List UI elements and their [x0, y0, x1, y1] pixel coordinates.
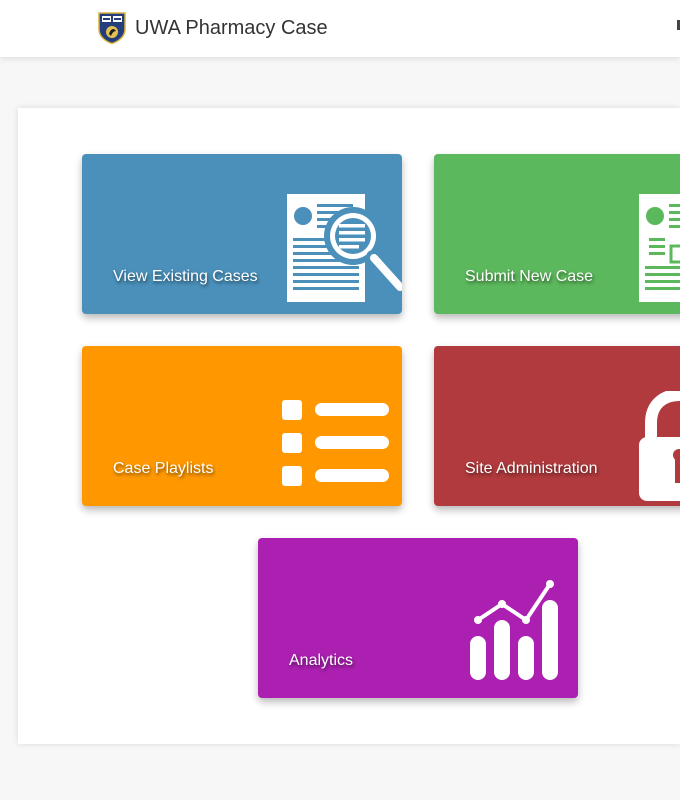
- view-existing-cases-label: View Existing Cases: [113, 268, 258, 285]
- lock-icon: [639, 391, 680, 501]
- site-title: UWA Pharmacy Case: [135, 16, 328, 39]
- submit-new-case-tile[interactable]: Submit New Case: [434, 154, 680, 314]
- top-navbar: UWA Pharmacy Case: [0, 0, 680, 57]
- analytics-label: Analytics: [289, 652, 354, 669]
- bar-line-chart-icon: [470, 580, 558, 680]
- case-playlists-label: Case Playlists: [113, 460, 214, 477]
- submit-new-case-label: Submit New Case: [465, 268, 594, 285]
- dashboard-panel: View Existing Cases Submit New Case Case…: [18, 108, 680, 744]
- list-icon: [282, 400, 389, 486]
- site-administration-label: Site Administration: [465, 460, 598, 477]
- uwa-crest-icon: [98, 12, 126, 44]
- document-search-icon: [287, 194, 402, 302]
- site-administration-tile[interactable]: Site Administration: [434, 346, 680, 506]
- view-existing-cases-tile[interactable]: View Existing Cases: [82, 154, 402, 314]
- brand-home-link[interactable]: UWA Pharmacy Case: [97, 12, 328, 44]
- document-add-icon: [639, 194, 680, 302]
- analytics-tile[interactable]: Analytics: [258, 538, 578, 698]
- case-playlists-tile[interactable]: Case Playlists: [82, 346, 402, 506]
